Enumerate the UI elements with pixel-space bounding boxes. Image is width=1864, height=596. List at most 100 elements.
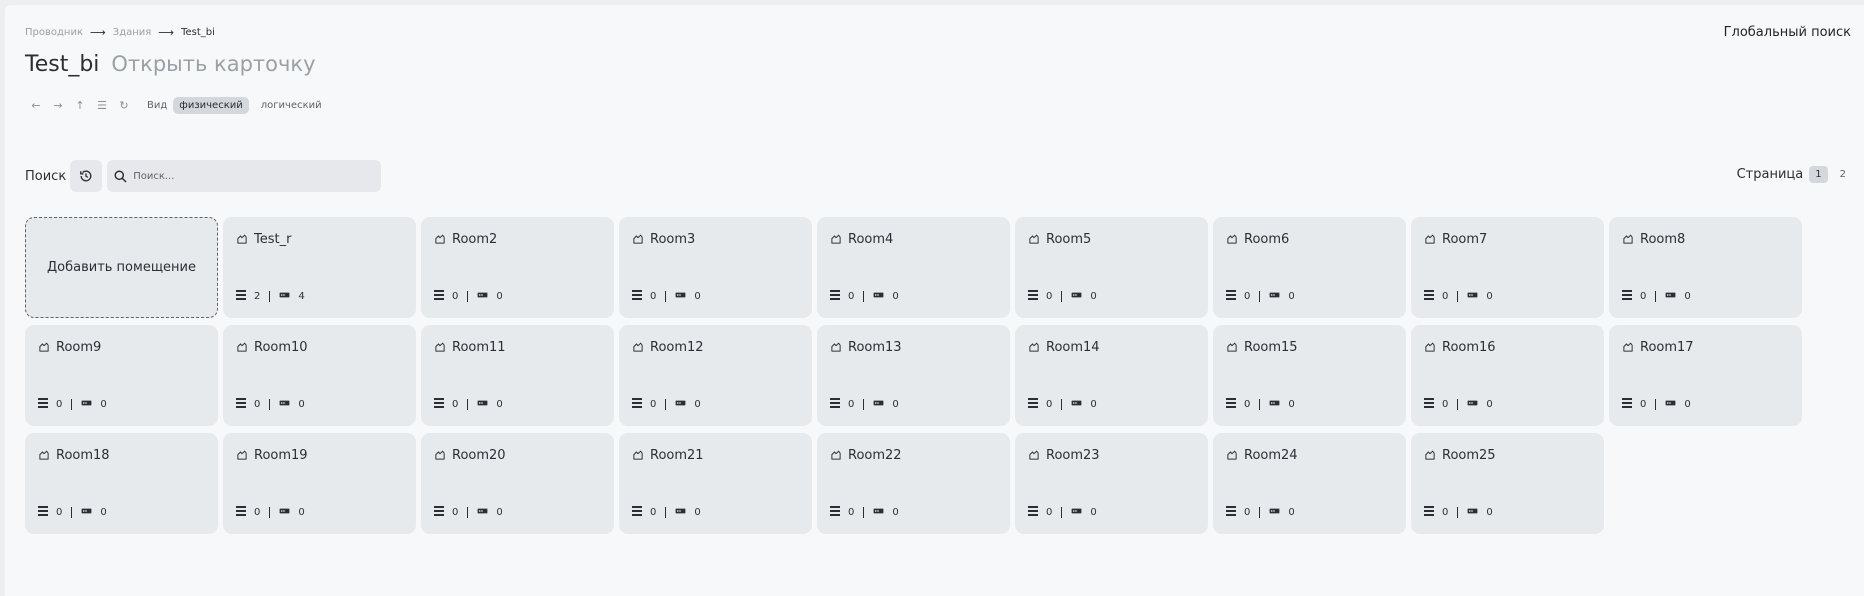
add-room-button[interactable]: Добавить помещение (25, 217, 218, 318)
room-card-header: Room22 (830, 446, 902, 465)
device-icon (81, 399, 92, 410)
device-icon (1467, 291, 1478, 302)
breadcrumb-item-current: Test_bi (181, 27, 215, 38)
page-button-1[interactable]: 1 (1809, 166, 1828, 183)
divider (269, 507, 271, 518)
divider (863, 399, 865, 410)
device-icon (477, 507, 488, 518)
room-card[interactable]: Room13 0 0 (817, 325, 1010, 426)
device-count: 0 (1090, 507, 1097, 518)
divider (467, 399, 469, 410)
divider (1259, 399, 1261, 410)
device-icon (1071, 399, 1082, 410)
rack-count: 0 (848, 399, 855, 410)
room-icon (38, 446, 50, 465)
room-card-header: Room10 (236, 338, 308, 357)
arrow-up-icon[interactable]: ↑ (69, 99, 91, 112)
room-name: Room16 (1442, 340, 1496, 355)
tree-icon[interactable]: ☰ (91, 99, 113, 112)
room-icon (830, 230, 842, 249)
device-icon (1269, 507, 1280, 518)
rack-icon (1226, 398, 1236, 411)
room-card-footer: 00 (632, 506, 701, 519)
room-card[interactable]: Room3 0 0 (619, 217, 812, 318)
room-icon (830, 446, 842, 465)
room-card[interactable]: Room15 0 0 (1213, 325, 1406, 426)
view-physical-toggle[interactable]: физический (173, 97, 249, 114)
room-card[interactable]: Room8 0 0 (1609, 217, 1802, 318)
room-card[interactable]: Room6 0 0 (1213, 217, 1406, 318)
global-search-link[interactable]: Глобальный поиск (1724, 25, 1851, 40)
room-card-header: Room21 (632, 446, 704, 465)
room-card-footer: 00 (1226, 506, 1295, 519)
divider (1061, 291, 1063, 302)
room-card[interactable]: Room20 0 0 (421, 433, 614, 534)
room-card[interactable]: Room25 0 0 (1411, 433, 1604, 534)
refresh-icon[interactable]: ↻ (113, 99, 135, 112)
room-card[interactable]: Room2 0 0 (421, 217, 614, 318)
divider (269, 399, 271, 410)
room-card[interactable]: Room10 0 0 (223, 325, 416, 426)
device-icon (477, 399, 488, 410)
room-card[interactable]: Room17 0 0 (1609, 325, 1802, 426)
rack-count: 0 (452, 399, 459, 410)
page-title: Test_bi (25, 52, 100, 77)
device-count: 0 (496, 507, 503, 518)
room-card-header: Room5 (1028, 230, 1091, 249)
breadcrumb-item-explorer[interactable]: Проводник (25, 27, 83, 38)
breadcrumb: Проводник ⟶ Здания ⟶ Test_bi (25, 26, 215, 39)
device-icon (873, 507, 884, 518)
rack-count: 0 (650, 399, 657, 410)
divider (665, 399, 667, 410)
room-card-header: Room19 (236, 446, 308, 465)
arrow-right-icon: ⟶ (158, 26, 175, 39)
rack-count: 0 (848, 291, 855, 302)
room-card[interactable]: Room21 0 0 (619, 433, 812, 534)
divider (863, 507, 865, 518)
device-icon (1269, 291, 1280, 302)
room-card-header: Room15 (1226, 338, 1298, 357)
arrow-left-icon[interactable]: ← (25, 99, 47, 112)
room-card[interactable]: Room24 0 0 (1213, 433, 1406, 534)
room-icon (632, 230, 644, 249)
view-logical-toggle[interactable]: логический (255, 97, 328, 114)
room-card[interactable]: Room14 0 0 (1015, 325, 1208, 426)
room-card[interactable]: Room18 0 0 (25, 433, 218, 534)
room-card-footer: 00 (1424, 290, 1493, 303)
room-card[interactable]: Room4 0 0 (817, 217, 1010, 318)
breadcrumb-item-buildings[interactable]: Здания (113, 27, 152, 38)
rack-count: 0 (254, 399, 261, 410)
room-card-header: Room12 (632, 338, 704, 357)
room-card-footer: 00 (1028, 506, 1097, 519)
room-card-header: Room6 (1226, 230, 1289, 249)
room-card-footer: 00 (1424, 398, 1493, 411)
room-card[interactable]: Test_r 2 4 (223, 217, 416, 318)
rack-icon (830, 398, 840, 411)
room-card-footer: 00 (236, 398, 305, 411)
open-card-link[interactable]: Открыть карточку (111, 52, 315, 76)
room-icon (236, 446, 248, 465)
room-card[interactable]: Room7 0 0 (1411, 217, 1604, 318)
room-name: Room12 (650, 340, 704, 355)
room-card[interactable]: Room12 0 0 (619, 325, 812, 426)
room-card[interactable]: Room11 0 0 (421, 325, 614, 426)
room-card[interactable]: Room19 0 0 (223, 433, 416, 534)
room-card[interactable]: Room5 0 0 (1015, 217, 1208, 318)
page-button-2[interactable]: 2 (1834, 166, 1852, 183)
arrow-right-icon[interactable]: → (47, 99, 69, 112)
pager-label: Страница (1736, 167, 1804, 182)
room-card[interactable]: Room23 0 0 (1015, 433, 1208, 534)
room-card[interactable]: Room9 0 0 (25, 325, 218, 426)
room-card[interactable]: Room16 0 0 (1411, 325, 1604, 426)
rack-count: 2 (254, 291, 261, 302)
room-card-header: Room11 (434, 338, 506, 357)
search-input[interactable] (131, 169, 376, 183)
room-card[interactable]: Room22 0 0 (817, 433, 1010, 534)
rack-icon (434, 398, 444, 411)
device-icon (1467, 399, 1478, 410)
room-name: Room24 (1244, 448, 1298, 463)
device-icon (81, 507, 92, 518)
room-icon (1226, 230, 1238, 249)
history-button[interactable] (70, 160, 103, 192)
room-name: Room11 (452, 340, 506, 355)
